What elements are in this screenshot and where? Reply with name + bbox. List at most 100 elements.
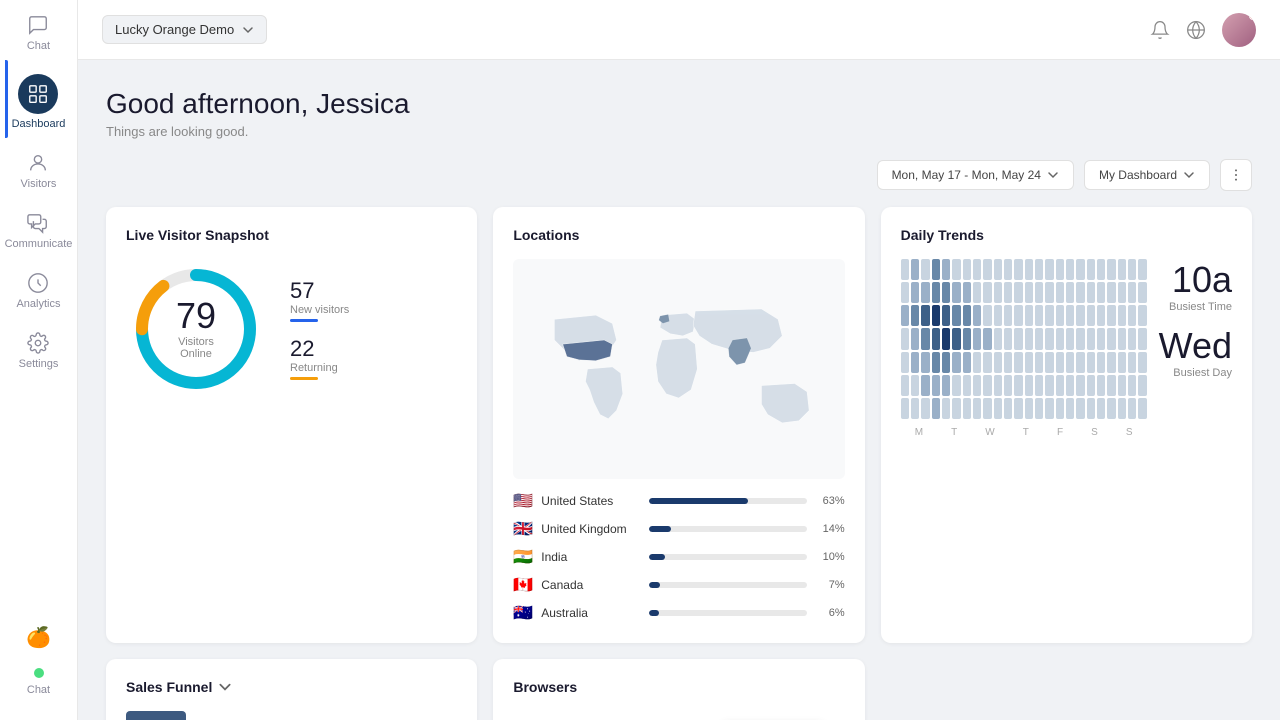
sidebar-item-settings[interactable]: Settings — [5, 318, 73, 378]
heatmap-cell — [921, 282, 929, 303]
user-avatar[interactable] — [1222, 13, 1256, 47]
sidebar-chat-bottom[interactable]: Chat — [27, 660, 50, 704]
heatmap-cell — [952, 328, 960, 349]
heatmap-cell — [1045, 352, 1053, 373]
busiest-day: Wed — [1159, 325, 1232, 367]
heatmap-cell — [1128, 259, 1136, 280]
heatmap-cell — [1107, 352, 1115, 373]
heatmap-cell — [973, 282, 981, 303]
heatmap-cell — [932, 305, 940, 326]
heatmap-cell — [1128, 282, 1136, 303]
more-options-button[interactable] — [1220, 159, 1252, 191]
heatmap-cell — [1004, 305, 1012, 326]
heatmap-cell — [952, 352, 960, 373]
heatmap-cell — [1035, 305, 1043, 326]
country-item: 🇮🇳 India 10% — [513, 547, 844, 567]
trends-inner: MTWTFSS 10a Busiest Time Wed Busiest Day — [901, 259, 1232, 438]
day-label: M — [915, 427, 923, 438]
sidebar: Chat Dashboard Visitors — [0, 0, 78, 720]
sidebar-item-analytics[interactable]: Analytics — [5, 258, 73, 318]
heatmap-cell — [932, 259, 940, 280]
site-selector[interactable]: Lucky Orange Demo — [102, 15, 267, 44]
dashboard-icon — [27, 83, 49, 105]
heatmap-cell — [1066, 282, 1074, 303]
country-pct: 7% — [815, 579, 845, 591]
heatmap-cell — [1035, 398, 1043, 419]
country-name: Australia — [541, 606, 641, 620]
funnel-bars — [126, 711, 322, 720]
browser-chart: Chrome 72,711 — [513, 711, 844, 720]
topbar-left: Lucky Orange Demo — [102, 15, 267, 44]
heatmap-cell — [1004, 398, 1012, 419]
new-visitors-label: New visitors — [290, 304, 349, 316]
country-pct: 14% — [815, 523, 845, 535]
heatmap-cell — [1066, 305, 1074, 326]
country-pct: 6% — [815, 607, 845, 619]
heatmap-cell — [1045, 282, 1053, 303]
heatmap-cell — [1056, 352, 1064, 373]
sidebar-item-communicate[interactable]: Communicate — [5, 198, 73, 258]
dashboard-select[interactable]: My Dashboard — [1084, 160, 1210, 190]
heatmap-cell — [1014, 328, 1022, 349]
sidebar-item-visitors[interactable]: Visitors — [5, 138, 73, 198]
heatmap-cell — [1138, 398, 1146, 419]
heatmap-cell — [1056, 328, 1064, 349]
heatmap-cell — [1087, 259, 1095, 280]
heatmap-cell — [1035, 352, 1043, 373]
heatmap-cell — [911, 282, 919, 303]
heatmap-cell — [973, 398, 981, 419]
heatmap-cell — [932, 352, 940, 373]
heatmap-cell — [1107, 398, 1115, 419]
heatmap-cell — [932, 282, 940, 303]
heatmap-cell — [1025, 259, 1033, 280]
heatmap-cell — [921, 375, 929, 396]
busiest-time-label: Busiest Time — [1169, 301, 1232, 313]
notification-bell-icon[interactable] — [1150, 20, 1170, 40]
new-visitors-stat: 57 New visitors — [290, 278, 349, 322]
heatmap-cell — [983, 305, 991, 326]
main-content: Lucky Orange Demo — [78, 0, 1280, 720]
fruit-icon[interactable]: 🍊 — [26, 625, 51, 650]
heatmap-cell — [1004, 259, 1012, 280]
heatmap-cell — [994, 398, 1002, 419]
heatmap-cell — [932, 375, 940, 396]
chat-icon — [27, 14, 49, 36]
globe-icon[interactable] — [1186, 20, 1206, 40]
heatmap-cell — [1025, 352, 1033, 373]
country-bar-wrap — [649, 582, 806, 588]
heatmap-cell — [1107, 282, 1115, 303]
country-flag: 🇬🇧 — [513, 519, 533, 539]
heatmap-cell — [1014, 375, 1022, 396]
heatmap-cell — [1087, 398, 1095, 419]
heatmap-cell — [994, 375, 1002, 396]
heatmap-cell — [983, 398, 991, 419]
heatmap-cell — [901, 305, 909, 326]
heatmap-cell — [1025, 328, 1033, 349]
country-item: 🇺🇸 United States 63% — [513, 491, 844, 511]
sidebar-item-dashboard[interactable]: Dashboard — [5, 60, 73, 138]
country-bar — [649, 498, 748, 504]
heatmap-cell — [1004, 352, 1012, 373]
heatmap-cell — [1087, 305, 1095, 326]
heatmap-cell — [983, 352, 991, 373]
visitors-icon — [27, 152, 49, 174]
heatmap-cell — [1118, 352, 1126, 373]
cards-grid: Live Visitor Snapshot 79 — [106, 207, 1252, 720]
sales-funnel-card: Sales Funnel 80% Completion View Funnel — [106, 659, 477, 720]
heatmap-cell — [932, 328, 940, 349]
date-picker[interactable]: Mon, May 17 - Mon, May 24 — [877, 160, 1074, 190]
heatmap-cell — [921, 328, 929, 349]
day-label: S — [1126, 427, 1133, 438]
country-name: Canada — [541, 578, 641, 592]
more-dots-icon — [1228, 167, 1244, 183]
heatmap-cell — [1035, 259, 1043, 280]
country-flag: 🇦🇺 — [513, 603, 533, 623]
heatmap-cell — [952, 398, 960, 419]
sidebar-visitors-label: Visitors — [21, 178, 57, 190]
funnel-chevron-icon — [218, 680, 232, 694]
heatmap-cell — [1138, 282, 1146, 303]
sidebar-bottom: 🍊 Chat — [26, 609, 51, 720]
sidebar-item-chat-top[interactable]: Chat — [5, 0, 73, 60]
heatmap-cell — [963, 398, 971, 419]
country-bar-wrap — [649, 610, 806, 616]
